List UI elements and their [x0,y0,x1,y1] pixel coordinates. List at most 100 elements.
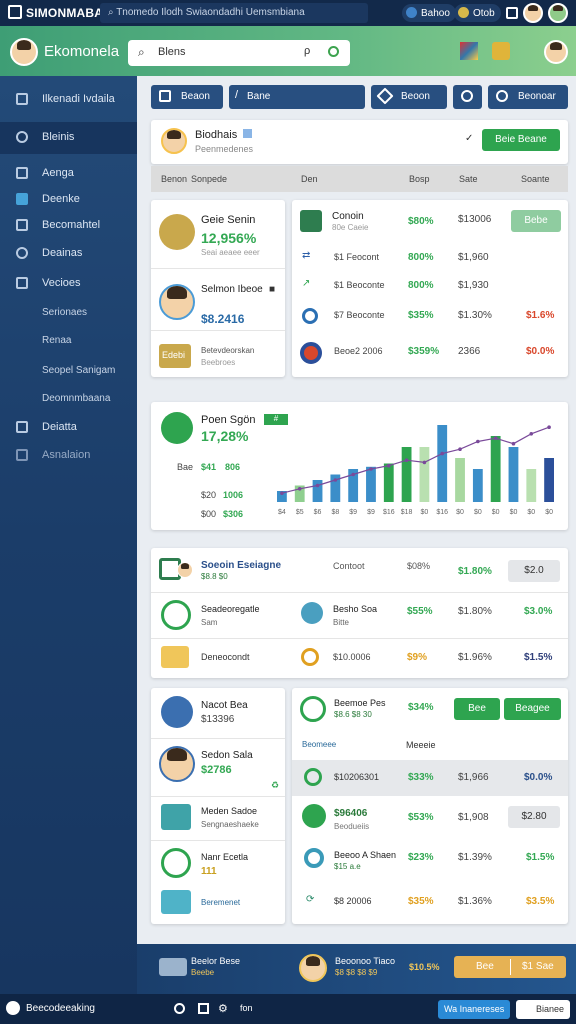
footer-primary-button[interactable]: Wa Inanereses [438,1000,510,1019]
filter-icon[interactable]: ρ [304,45,310,57]
link-icon: ⇄ [302,250,311,261]
line-point [315,483,320,488]
profile-subtitle: Peenmedenes [195,144,254,154]
tick-label: $16 [383,509,395,516]
strip-button-2[interactable]: $1 Sae [522,961,554,972]
page-title: Ekomonela [44,43,120,60]
asset-change: $1.5% [526,852,555,863]
profile-action-button[interactable]: Beie Beane [482,129,560,151]
doc-icon [300,210,322,232]
line-point [280,491,284,495]
pin-icon: ■ [269,284,276,295]
person-value: $13396 [201,714,235,725]
analytics-icon [16,449,28,461]
settings-icon[interactable] [506,7,518,19]
column-header[interactable]: Sate [459,174,478,184]
column-header[interactable]: Bosp [409,174,430,184]
user-mini-avatar [177,562,193,578]
sidebar-item-asnalaion[interactable]: Asnalaion [0,440,137,470]
top-pill-2[interactable]: Otob [454,4,501,22]
cycle-icon [302,308,318,324]
tick-label: $5 [296,509,304,516]
calendar-icon [159,90,171,102]
sidebar-label: Ilkenadi Ivdaila [42,93,115,105]
play-icon[interactable] [174,1003,185,1014]
top-search-input[interactable]: ⌕ Tnomedo Ilodh Swiaondadhi Uemsmbiana [100,3,368,23]
column-header[interactable]: Den [301,174,318,184]
toolbar-button-4[interactable]: Beonoar [488,85,568,109]
toolbar-button-2[interactable]: / Bane [229,85,365,109]
row-action-button[interactable]: Bebe [511,210,561,232]
search-value: Blens [158,46,186,58]
row-percent: 800% [408,252,434,263]
sidebar-item-serionaes[interactable]: Serionaes [0,298,137,328]
asset-button-1-label: Bee [468,703,486,714]
share-icon [301,602,323,624]
leaf-icon [300,696,326,722]
search-icon: ⌕ [138,45,145,59]
assets-card: Beemoe Pes $8.6 $8 30 $34% Bee Beagee Be… [292,688,568,924]
verified-icon [243,129,252,138]
sidebar-item-dashboard[interactable]: Ilkenadi Ivdaila [0,84,137,114]
bar [472,469,483,502]
divider [151,840,285,841]
line-point [529,432,534,436]
list-percent: $55% [407,606,433,617]
sidebar-item-business[interactable]: Bleinis [0,122,137,154]
badge-icon: Edebi [159,344,191,368]
sidebar-item-becomahtel[interactable]: Becomahtel [0,210,137,240]
footer-secondary-button[interactable]: Bianee [516,1000,570,1019]
toolbar-button-3[interactable]: Beoon [371,85,447,109]
legend-value: $41 [201,462,217,472]
column-header[interactable]: Sonpede [191,174,227,184]
top-pill-1[interactable]: Bahoo [402,4,456,22]
person-value: 111 [201,866,217,877]
sidebar-item-deomnmbaana[interactable]: Deomnmbaana [0,384,137,414]
strip-sub: $8 $8 $8 $9 [335,968,378,977]
person-name: Nacot Bea [201,700,248,711]
list-action-button[interactable]: $2.0 [508,560,560,582]
coin-icon [458,7,469,18]
profile-avatar[interactable] [544,40,568,64]
sidebar-item-deainas[interactable]: Deainas [0,238,137,268]
sidebar-item-seopel[interactable]: Seopel Sanigam [0,356,137,386]
clock-icon [161,848,191,878]
row-name: $1 Beoconte [334,280,385,290]
list-name: Seadeoregatle [201,604,260,614]
sidebar-item-deiatta[interactable]: Deiatta [0,412,137,442]
asset-button-2[interactable]: Beagee [504,698,561,720]
column-header[interactable]: Soante [521,174,550,184]
search-input[interactable]: ⌕ Blens ρ [128,40,350,66]
flag-icon[interactable] [460,42,478,60]
asset-head-sub: $8.6 $8 30 [334,710,372,719]
user-avatar[interactable] [10,38,38,66]
list-name: Deneocondt [201,652,250,662]
list-action-label: $2.0 [524,565,544,576]
top-avatar-1[interactable] [523,3,543,23]
sidebar-item-vecioes[interactable]: Vecioes [0,268,137,298]
legend-label: $20 [201,490,217,500]
row-change: $0.0% [526,346,555,357]
top-avatar-2[interactable] [548,3,568,23]
column-header[interactable]: Benon [161,174,187,184]
device-icon [159,958,187,976]
divider [151,268,285,269]
line-point [458,447,462,451]
sidebar-label: Serionaes [42,307,88,318]
app-logo[interactable]: SIMONMABA [8,5,103,20]
notification-icon[interactable] [492,42,510,60]
square-icon[interactable] [198,1003,209,1014]
strip-button-1[interactable]: Bee [476,961,494,972]
bar [544,458,554,502]
asset-row-button[interactable]: $2.80 [508,806,560,828]
gear-icon[interactable]: ⚙ [218,1002,228,1015]
toolbar-button-1[interactable]: Beaon [151,85,223,109]
tick-label: $6 [314,509,322,516]
info-button[interactable] [453,85,482,109]
footer: Beecodeeaking ⚙ fon Wa Inanereses Bianee [0,994,576,1024]
sidebar-item-renaa[interactable]: Renaa [0,326,137,356]
coin-icon [301,648,319,666]
asset-button-1[interactable]: Bee [454,698,500,720]
refresh-icon[interactable] [328,46,339,57]
row-amount: $1,930 [458,280,489,291]
